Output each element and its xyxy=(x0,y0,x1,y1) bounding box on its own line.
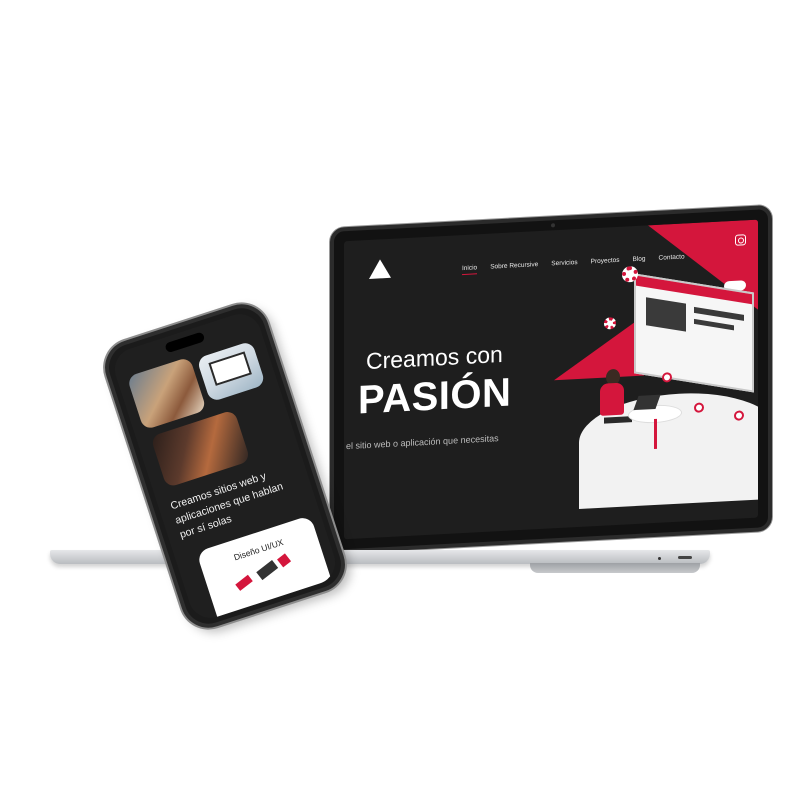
brand-logo-icon[interactable] xyxy=(369,258,391,279)
team-meeting-photo xyxy=(126,356,207,431)
dynamic-island xyxy=(164,331,206,354)
hero-title-line-1: Creamos con xyxy=(366,340,503,375)
hero-subtitle: el sitio web o aplicación que necesitas xyxy=(346,433,499,452)
nav-item-sobre-recursive[interactable]: Sobre Recursive xyxy=(490,261,538,274)
camera-dot xyxy=(551,223,555,228)
monitor-illustration xyxy=(208,351,252,386)
status-led xyxy=(658,557,661,560)
design-workspace-photo xyxy=(196,340,266,403)
location-pin-icon xyxy=(734,410,744,421)
service-card-title: Diseño UI/UX xyxy=(232,537,285,563)
gear-icon xyxy=(604,317,616,330)
card-illustration-shape xyxy=(256,559,279,581)
laptop-base xyxy=(50,550,710,564)
card-illustration-shape xyxy=(235,574,253,591)
browser-text-block xyxy=(694,306,744,321)
location-pin-icon xyxy=(694,402,704,413)
card-illustration-shape xyxy=(277,553,292,568)
laptop-screen: Inicio Sobre Recursive Servicios Proyect… xyxy=(344,219,758,540)
usb-port xyxy=(678,556,692,559)
browser-image-block xyxy=(646,297,686,332)
instagram-icon[interactable] xyxy=(735,234,746,246)
browser-text-block xyxy=(694,318,734,331)
person-body xyxy=(600,382,624,416)
browser-window-illustration xyxy=(634,273,754,393)
desk-leg xyxy=(654,418,657,450)
laptop-lid: Inicio Sobre Recursive Servicios Proyect… xyxy=(330,204,772,554)
nav-item-inicio[interactable]: Inicio xyxy=(462,264,478,276)
hero-illustration xyxy=(574,249,758,509)
laptop-base-hinge xyxy=(530,556,700,573)
location-pin-icon xyxy=(662,372,672,383)
hero-title-line-2: PASIÓN xyxy=(358,370,512,423)
